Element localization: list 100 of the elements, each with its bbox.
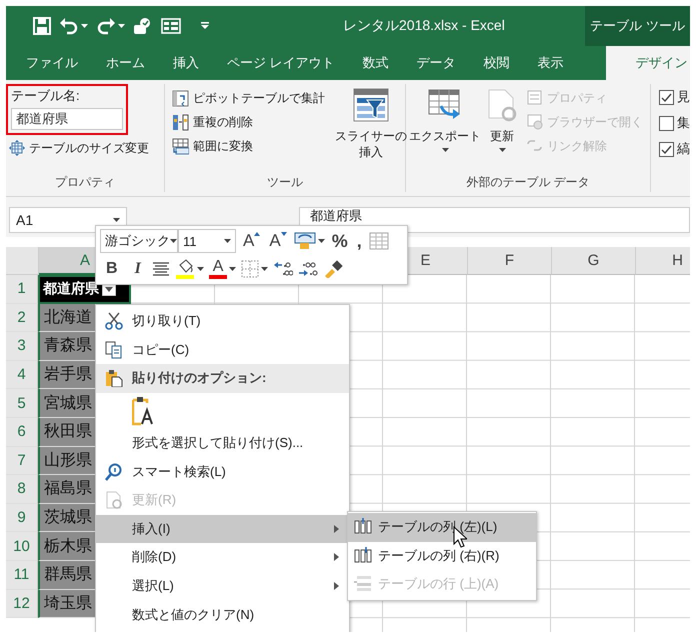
section-header: 貼り付けのオプション: (132, 369, 266, 388)
row-header[interactable]: 2 (6, 304, 38, 332)
clipboard-icon (105, 369, 123, 388)
scissors-icon (105, 312, 123, 330)
toolbar-button[interactable]: % (330, 230, 350, 252)
caret-icon (170, 239, 177, 244)
row-header[interactable]: 7 (6, 446, 38, 476)
checkbox-label: 縞 (677, 140, 690, 158)
row-header[interactable]: 9 (6, 504, 38, 532)
group-label: 外部のテーブル データ (465, 174, 591, 191)
search-icon (105, 462, 123, 481)
ribbon-tab[interactable]: ページ レイアウト (213, 46, 349, 80)
insert-column-icon (354, 546, 372, 565)
caret-icon (224, 239, 231, 244)
caret-icon[interactable] (118, 24, 125, 28)
field-label: テーブル名: (11, 87, 81, 105)
row-header[interactable]: 10 (6, 532, 38, 561)
insert-row-icon (354, 575, 372, 594)
caret-icon (442, 148, 448, 152)
refresh-icon (105, 491, 123, 510)
up-caret-icon (254, 232, 260, 236)
ribbon-command: ブラウザーで開く (524, 110, 646, 134)
slicer-icon (353, 88, 389, 122)
ribbon-command[interactable]: 重複の削除 (169, 110, 328, 134)
row-header[interactable]: 1 (6, 275, 38, 304)
cell-styles-icon[interactable] (294, 232, 316, 250)
unlink-icon (527, 138, 543, 154)
window-title: レンタル2018.xlsx - Excel (342, 17, 506, 35)
ribbon-command: プロパティ (524, 86, 646, 110)
checkbox[interactable] (659, 142, 674, 156)
form-icon[interactable] (161, 18, 181, 34)
caret-icon (113, 218, 120, 222)
font-size-dropdown[interactable]: 11 (178, 229, 236, 254)
font-dropdown[interactable]: 游ゴシック (100, 229, 178, 254)
ribbon-tab[interactable]: 数式 (348, 46, 403, 80)
remove-duplicates-icon (172, 114, 189, 130)
grow-font-button[interactable]: A (241, 231, 262, 252)
save-icon[interactable] (33, 17, 51, 35)
caret-icon[interactable] (261, 266, 268, 271)
column-header[interactable]: H (636, 247, 690, 275)
browser-icon (527, 114, 543, 130)
copy-icon (105, 340, 123, 359)
resize-button[interactable]: テーブルのサイズ変更 (6, 136, 164, 160)
ribbon-command[interactable]: ピボットテーブルで集計 (169, 86, 328, 110)
checkbox-label: 見 (677, 88, 690, 106)
row-header[interactable]: 6 (6, 418, 38, 447)
undo-icon[interactable] (59, 17, 79, 35)
column-header[interactable]: F (468, 247, 552, 275)
resize-icon (9, 140, 25, 156)
format-painter-icon[interactable] (323, 260, 344, 278)
fill-color-icon[interactable] (174, 258, 195, 279)
toolbar-button[interactable]: , (354, 230, 364, 252)
caret-icon[interactable] (196, 266, 204, 271)
group-label: プロパティ (54, 174, 116, 191)
row-header[interactable]: 11 (6, 560, 38, 590)
ribbon-tab[interactable]: データ (402, 46, 470, 80)
caret-icon[interactable] (81, 24, 88, 28)
row-header[interactable]: 4 (6, 360, 38, 390)
caret-icon (498, 148, 506, 152)
checkbox[interactable] (659, 90, 674, 104)
bold-button[interactable]: B (100, 260, 124, 278)
column-header[interactable]: G (552, 247, 636, 275)
row-header[interactable]: 3 (6, 332, 38, 361)
menu-item[interactable]: テーブルの列 (右)(R) (348, 542, 536, 570)
refresh-button[interactable]: 更新 (484, 84, 520, 174)
row-header[interactable]: 8 (6, 475, 38, 504)
ribbon-tab[interactable]: 表示 (524, 46, 578, 80)
menu-item[interactable]: 挿入(I) (96, 514, 349, 544)
convert-to-range-icon (172, 138, 189, 154)
refresh-icon (487, 88, 517, 122)
formula-field[interactable]: 都道府県 (299, 207, 690, 233)
input-field[interactable]: 都道府県 (11, 108, 123, 130)
decrease-decimal-icon[interactable] (298, 260, 318, 278)
checkbox-label: 集 (677, 114, 690, 132)
ribbon-tab[interactable]: ホーム (92, 46, 159, 80)
menu-item: テーブルの行 (上)(A) (348, 570, 536, 599)
ribbon-tab[interactable]: 挿入 (159, 46, 213, 80)
customize-caret-icon[interactable] (201, 22, 209, 30)
touch-icon[interactable] (133, 17, 153, 35)
row-header[interactable]: 12 (6, 590, 38, 618)
checkbox[interactable] (659, 116, 674, 130)
ribbon-command[interactable]: 範囲に変換 (169, 134, 328, 158)
context-tab-title: テーブル ツール (585, 6, 690, 46)
redo-icon[interactable] (96, 17, 116, 35)
center-align-icon[interactable] (152, 262, 170, 276)
caret-icon[interactable] (229, 266, 236, 271)
shrink-font-button[interactable]: A (267, 231, 289, 252)
ribbon-tab[interactable]: 校閲 (470, 46, 524, 80)
ribbon-command: リンク解除 (524, 134, 646, 158)
ribbon-tab[interactable]: ファイル (12, 46, 92, 80)
caret-icon[interactable] (318, 239, 325, 244)
row-header[interactable]: 5 (6, 389, 38, 418)
down-caret-icon (280, 232, 287, 236)
increase-decimal-icon[interactable] (273, 260, 294, 278)
paste-option-button[interactable] (132, 396, 154, 426)
group-label: ツール (266, 174, 304, 191)
font-color-button[interactable]: A (208, 258, 228, 279)
ribbon-tab[interactable]: デザイン (606, 46, 690, 80)
properties-icon (527, 90, 543, 106)
name-box[interactable]: A1 (9, 207, 127, 233)
